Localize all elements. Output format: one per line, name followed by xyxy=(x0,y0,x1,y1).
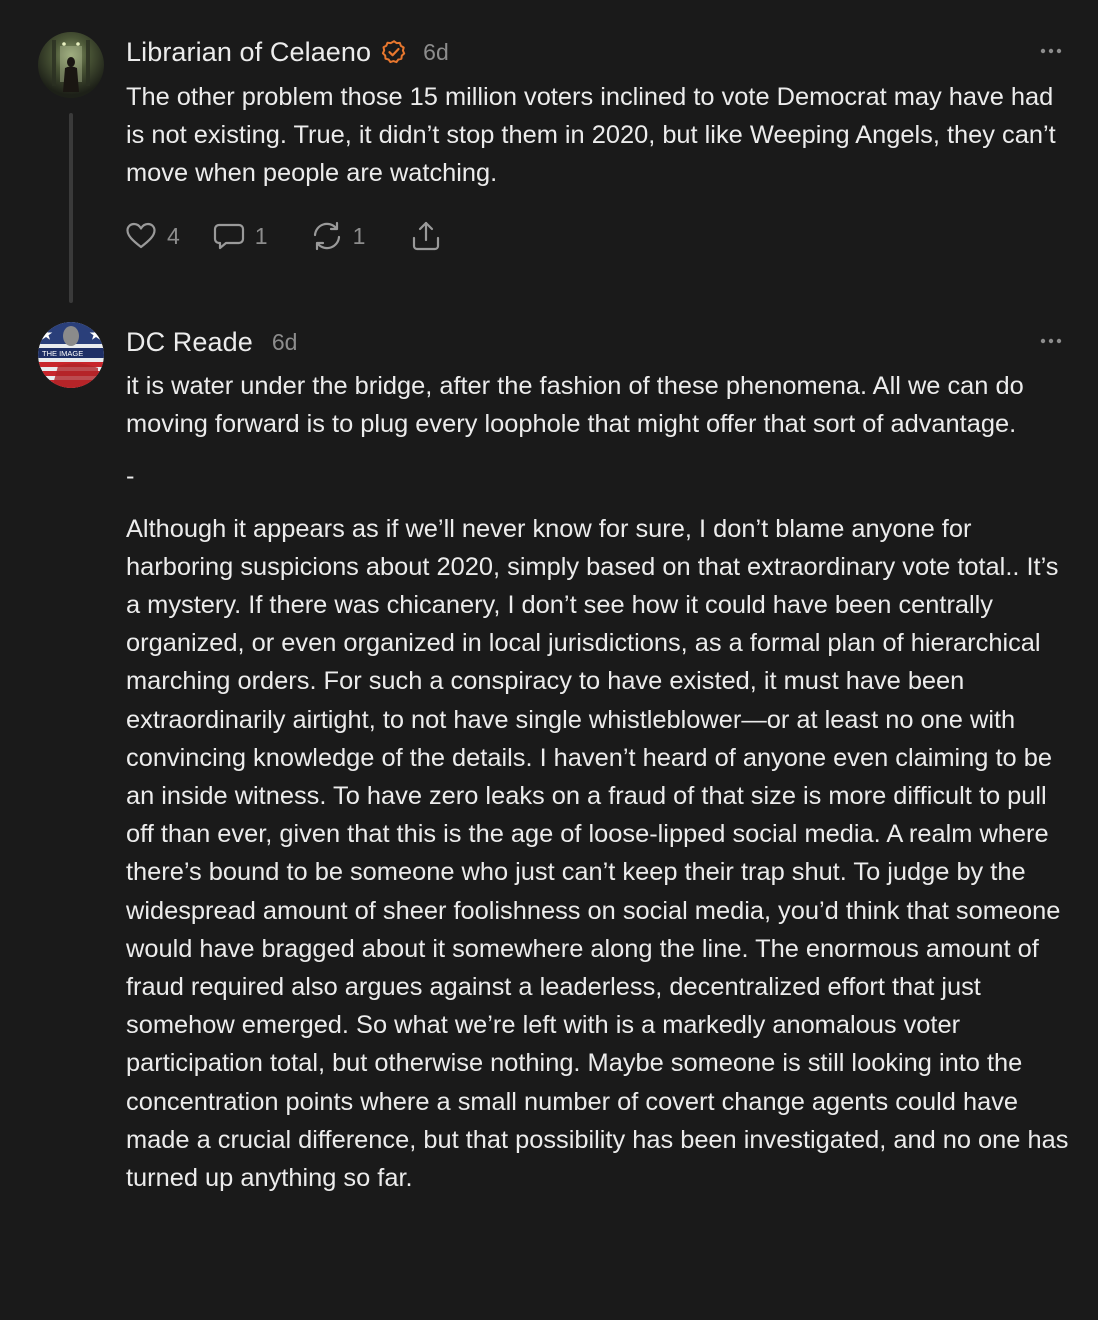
comment-body: it is water under the bridge, after the … xyxy=(126,367,1071,1197)
comment-header: DC Reade 6d xyxy=(126,324,297,360)
like-count: 4 xyxy=(167,222,180,249)
like-button[interactable]: 4 xyxy=(124,219,180,253)
restack-count: 1 xyxy=(352,222,366,249)
ellipsis-icon[interactable] xyxy=(1038,38,1064,64)
avatar-dc-reade[interactable]: THE IMAGE xyxy=(38,322,104,388)
reply-button[interactable]: 1 xyxy=(212,219,268,253)
restack-icon xyxy=(313,221,340,251)
comment-actions: 4 1 1 xyxy=(124,216,469,256)
share-button[interactable] xyxy=(409,219,443,253)
author-name[interactable]: DC Reade xyxy=(126,327,253,358)
reply-count: 1 xyxy=(254,222,268,249)
comment-bubble-icon xyxy=(213,223,244,250)
comment-timestamp[interactable]: 6d xyxy=(423,39,449,66)
avatar-text: THE IMAGE xyxy=(42,349,83,358)
restack-button[interactable]: 1 xyxy=(310,219,366,253)
heart-icon xyxy=(126,222,156,249)
avatar-image: THE IMAGE xyxy=(38,322,104,388)
verified-badge-icon xyxy=(382,40,406,64)
ellipsis-icon[interactable] xyxy=(1038,328,1064,354)
author-name[interactable]: Librarian of Celaeno xyxy=(126,37,371,68)
avatar-image xyxy=(38,32,104,98)
share-icon xyxy=(413,221,440,251)
thread-line xyxy=(69,113,73,303)
comment-paragraph: Although it appears as if we’ll never kn… xyxy=(126,514,1069,1193)
comment-paragraph: - xyxy=(126,462,135,491)
comment-paragraph: The other problem those 15 million voter… xyxy=(126,83,1056,188)
comment-body: The other problem those 15 million voter… xyxy=(126,78,1076,193)
comment-timestamp[interactable]: 6d xyxy=(272,329,298,356)
avatar-librarian[interactable] xyxy=(38,32,104,98)
comment-paragraph: it is water under the bridge, after the … xyxy=(126,372,1024,439)
comment-header: Librarian of Celaeno 6d xyxy=(126,34,449,70)
